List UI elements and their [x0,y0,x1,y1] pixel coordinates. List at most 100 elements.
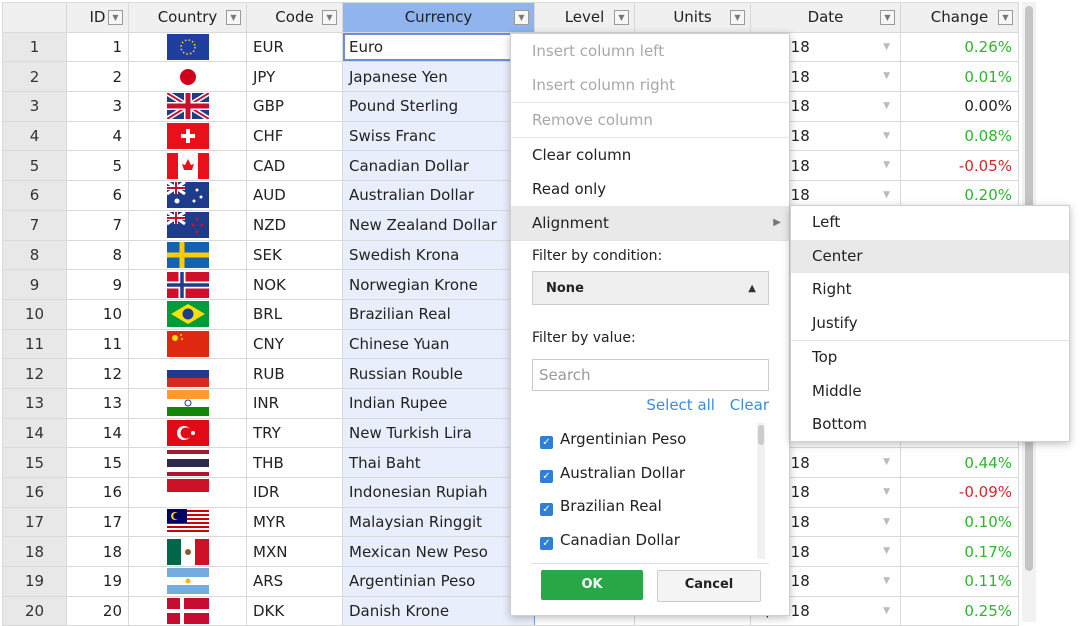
row-header[interactable]: 11 [2,328,67,360]
filter-value-item[interactable]: ✓ Argentinian Peso [532,423,769,457]
column-header-level[interactable]: Level ▼ [534,2,635,33]
cell-country[interactable] [128,506,247,538]
row-header[interactable]: 7 [2,209,67,241]
cell-currency[interactable]: New Zealand Dollar [342,209,535,241]
date-dropdown-icon[interactable]: ▼ [883,160,890,170]
cell-change[interactable]: 0.25% [900,595,1019,626]
cell-country[interactable] [128,447,247,478]
column-header-date[interactable]: Date ▼ [750,2,901,33]
cell-id[interactable]: 20 [66,595,129,626]
cell-id[interactable]: 15 [66,447,129,478]
filter-value-item[interactable]: ✓ Brazilian Real [532,490,769,524]
row-header[interactable]: 20 [2,595,67,626]
row-header[interactable]: 10 [2,298,67,330]
row-header[interactable]: 1 [2,31,67,63]
cell-id[interactable]: 7 [66,209,129,241]
cell-id[interactable]: 10 [66,298,129,330]
filter-dropdown-icon[interactable]: ▼ [998,10,1013,25]
cell-code[interactable]: EUR [246,31,343,63]
column-header-code[interactable]: Code ▼ [246,2,343,33]
cell-country[interactable] [128,239,247,271]
menu-item-alignment[interactable]: Alignment ▶ [511,206,789,240]
cell-id[interactable]: 12 [66,358,129,389]
cell-country[interactable] [128,269,247,300]
menu-item-insert-column-right[interactable]: Insert column right [511,68,789,102]
column-header-id[interactable]: ID ▼ [66,2,129,33]
column-header-corner[interactable] [2,2,67,33]
menu-item-remove-column[interactable]: Remove column [511,102,789,137]
cell-id[interactable]: 18 [66,536,129,568]
cell-currency[interactable]: Argentinian Peso [342,566,535,597]
filter-value-item[interactable]: ✓ Australian Dollar [532,457,769,491]
cell-country[interactable] [128,150,247,182]
cell-code[interactable]: BRL [246,298,343,330]
cell-change[interactable]: 0.10% [900,506,1019,538]
row-header[interactable]: 13 [2,387,67,419]
cell-country[interactable] [128,387,247,419]
row-header[interactable]: 14 [2,417,67,449]
filter-value-item[interactable]: ✓ Canadian Dollar [532,524,769,558]
filter-search-input[interactable]: Search [532,359,769,391]
cell-currency[interactable]: Norwegian Krone [342,269,535,300]
cell-currency[interactable]: Brazilian Real [342,298,535,330]
cell-currency[interactable]: Swiss Franc [342,120,535,152]
align-middle[interactable]: Middle [791,375,1069,409]
cell-country[interactable] [128,209,247,241]
row-header[interactable]: 19 [2,566,67,597]
align-right[interactable]: Right [791,273,1069,307]
cell-id[interactable]: 8 [66,239,129,271]
date-dropdown-icon[interactable]: ▼ [883,546,890,556]
cell-currency[interactable]: Euro [342,31,535,63]
align-center[interactable]: Center [791,239,1069,273]
row-header[interactable]: 4 [2,120,67,152]
cell-code[interactable]: NOK [246,269,343,300]
cell-id[interactable]: 11 [66,328,129,360]
cell-country[interactable] [128,91,247,122]
cell-change[interactable]: 0.17% [900,536,1019,568]
cell-code[interactable]: MYR [246,506,343,538]
cell-code[interactable]: GBP [246,91,343,122]
cell-currency[interactable]: Indonesian Rupiah [342,477,535,508]
filter-dropdown-icon[interactable]: ▼ [108,10,123,25]
cell-code[interactable]: CHF [246,120,343,152]
cell-country[interactable] [128,61,247,93]
row-header[interactable]: 17 [2,506,67,538]
cell-country[interactable] [128,120,247,152]
cell-id[interactable]: 17 [66,506,129,538]
align-top[interactable]: Top [791,341,1069,375]
cell-id[interactable]: 4 [66,120,129,152]
cell-code[interactable]: RUB [246,358,343,389]
cell-currency[interactable]: Indian Rupee [342,387,535,419]
select-all-link[interactable]: Select all [646,396,715,414]
align-justify[interactable]: Justify [791,307,1069,341]
cell-change[interactable]: 0.11% [900,566,1019,597]
cell-currency[interactable]: Malaysian Ringgit [342,506,535,538]
filter-dropdown-icon[interactable]: ▼ [730,10,745,25]
filter-dropdown-icon[interactable]: ▼ [880,10,895,25]
date-dropdown-icon[interactable]: ▼ [883,576,890,586]
cell-country[interactable] [128,536,247,568]
menu-item-read-only[interactable]: Read only [511,172,789,206]
cell-currency[interactable]: Mexican New Peso [342,536,535,568]
cell-currency[interactable]: Japanese Yen [342,61,535,93]
cell-code[interactable]: CAD [246,150,343,182]
cell-country[interactable] [128,417,247,449]
cell-change[interactable]: 0.01% [900,61,1019,93]
filter-dropdown-icon[interactable]: ▼ [614,10,629,25]
date-dropdown-icon[interactable]: ▼ [883,190,890,200]
cell-change[interactable]: -0.09% [900,477,1019,508]
date-dropdown-icon[interactable]: ▼ [883,131,890,141]
cell-currency[interactable]: New Turkish Lira [342,417,535,449]
cell-id[interactable]: 2 [66,61,129,93]
cell-country[interactable] [128,328,247,360]
cell-code[interactable]: JPY [246,61,343,93]
date-dropdown-icon[interactable]: ▼ [883,42,890,52]
filter-dropdown-icon[interactable]: ▼ [322,10,337,25]
cell-currency[interactable]: Danish Krone [342,595,535,626]
date-dropdown-icon[interactable]: ▼ [883,457,890,467]
align-left[interactable]: Left [791,206,1069,240]
column-header-currency[interactable]: Currency ▼ [342,2,535,33]
cell-change[interactable]: 0.26% [900,31,1019,63]
column-header-country[interactable]: Country ▼ [128,2,247,33]
column-header-change[interactable]: Change ▼ [900,2,1019,33]
